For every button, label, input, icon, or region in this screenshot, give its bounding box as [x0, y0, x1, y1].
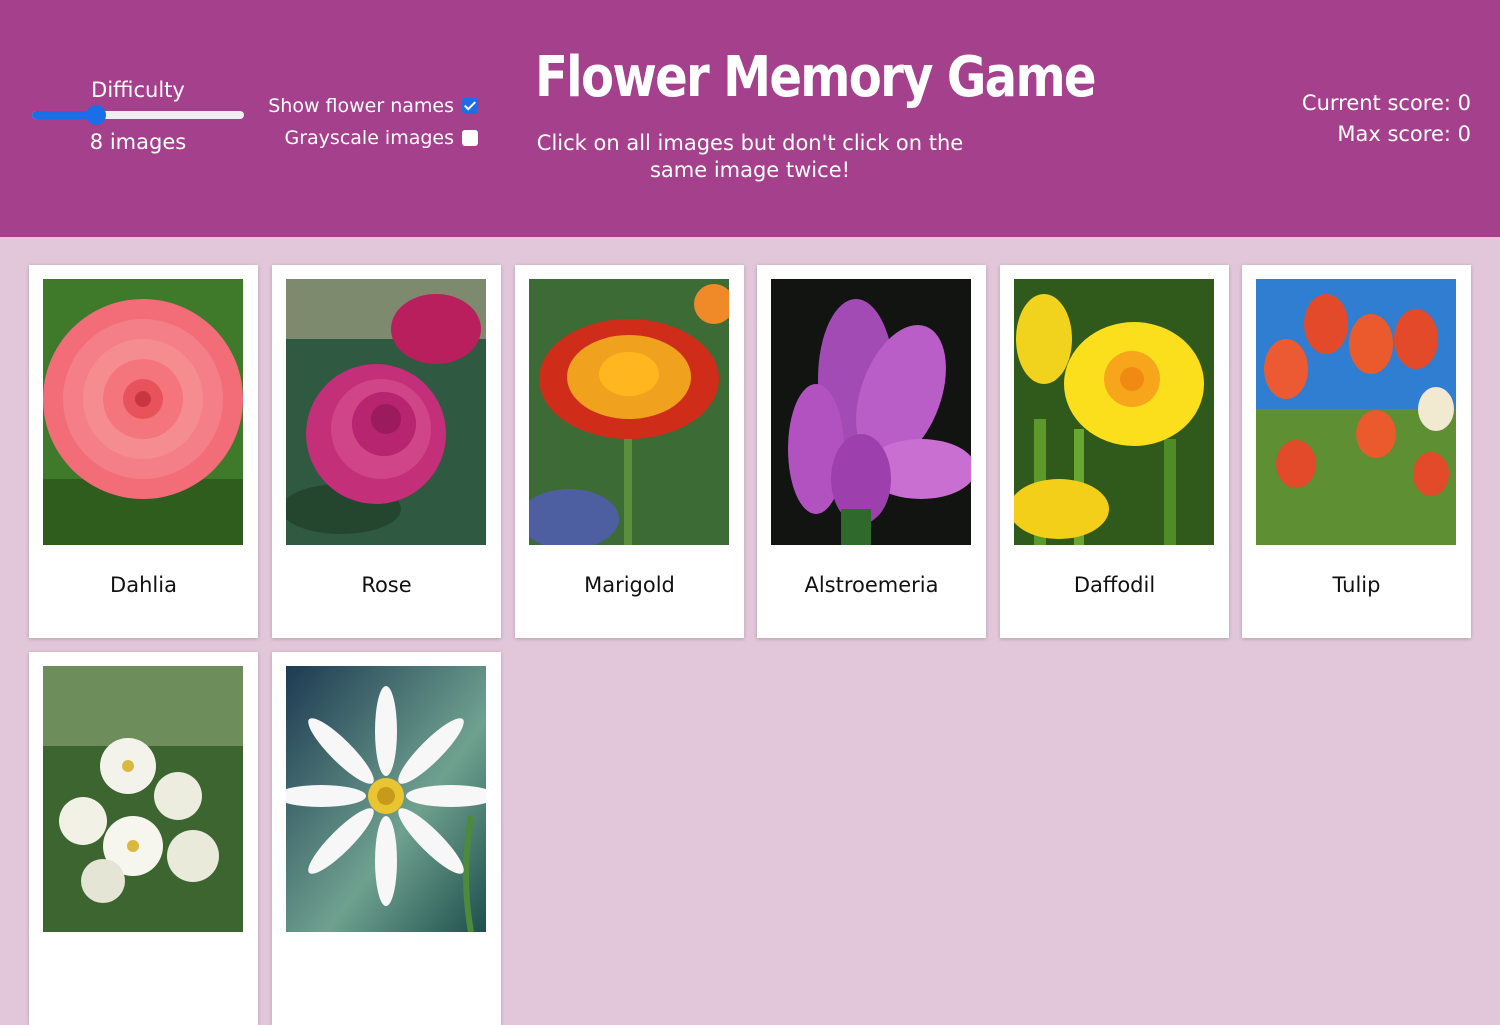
instructions: Click on all images but don't click on t… — [536, 131, 964, 182]
title-block: Flower Memory Game Click on all images b… — [500, 40, 1097, 184]
show-names-checkbox[interactable] — [462, 98, 478, 114]
flower-card[interactable]: Tulip — [1242, 265, 1471, 638]
flower-card[interactable] — [29, 652, 258, 1025]
daisy-image — [286, 666, 486, 932]
card-label: Daffodil — [1073, 573, 1156, 597]
flower-card[interactable]: Alstroemeria — [757, 265, 986, 638]
card-label: Tulip — [1332, 573, 1381, 597]
grayscale-checkbox[interactable] — [462, 130, 478, 146]
grayscale-option[interactable]: Grayscale images — [262, 122, 478, 154]
jasmine-image — [43, 666, 243, 932]
header: Difficulty 8 images Show flower names Gr… — [0, 0, 1500, 237]
page-title: Flower Memory Game — [535, 45, 1097, 110]
difficulty-control: Difficulty 8 images — [28, 76, 248, 156]
slider-thumb[interactable] — [85, 105, 106, 125]
card-label: Marigold — [584, 573, 675, 597]
daffodil-image — [1014, 279, 1214, 545]
card-label: Dahlia — [110, 573, 177, 597]
flower-card[interactable]: Dahlia — [29, 265, 258, 638]
grayscale-label: Grayscale images — [284, 127, 455, 149]
tulip-image — [1256, 279, 1456, 545]
dahlia-image — [43, 279, 243, 545]
current-score: Current score: 0 — [1301, 91, 1471, 115]
options-panel: Show flower names Grayscale images — [262, 90, 478, 154]
score-panel: Current score: 0 Max score: 0 — [1302, 88, 1471, 150]
flower-card[interactable]: Daffodil — [1000, 265, 1229, 638]
difficulty-slider[interactable] — [32, 105, 244, 125]
difficulty-label: Difficulty — [91, 78, 185, 102]
flower-card[interactable]: Marigold — [515, 265, 744, 638]
card-label: Rose — [361, 573, 412, 597]
marigold-image — [529, 279, 729, 545]
alstroemeria-image — [771, 279, 971, 545]
max-score: Max score: 0 — [1337, 122, 1471, 146]
show-names-label: Show flower names — [268, 95, 454, 117]
rose-image — [286, 279, 486, 545]
flower-card[interactable] — [272, 652, 501, 1025]
image-count-label: 8 images — [89, 130, 187, 154]
flower-card[interactable]: Rose — [272, 265, 501, 638]
card-label: Alstroemeria — [804, 573, 939, 597]
show-names-option[interactable]: Show flower names — [262, 90, 478, 122]
